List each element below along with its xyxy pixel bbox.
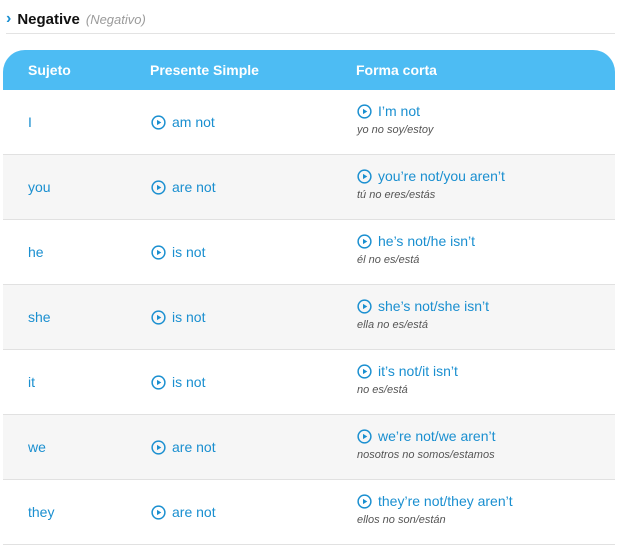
present-simple-text[interactable]: are not bbox=[172, 504, 216, 520]
translation-text: nosotros no somos/estamos bbox=[357, 449, 495, 461]
short-form-link[interactable]: he’s not/he isn’t bbox=[357, 231, 475, 251]
translation-text: ellos no son/están bbox=[357, 514, 446, 526]
play-circle-icon[interactable] bbox=[151, 179, 166, 195]
subject-cell: he bbox=[28, 244, 44, 260]
table-row: he is not he’s not/he isn’t él no es/está bbox=[3, 220, 615, 285]
chevron-right-icon[interactable]: › bbox=[6, 11, 11, 27]
column-header-short: Forma corta bbox=[356, 62, 437, 78]
present-simple-text[interactable]: is not bbox=[172, 244, 205, 260]
translation-text: yo no soy/estoy bbox=[357, 124, 434, 136]
column-header-subject: Sujeto bbox=[28, 62, 71, 78]
short-form-link[interactable]: you’re not/you aren’t bbox=[357, 166, 505, 186]
play-circle-icon[interactable] bbox=[151, 244, 166, 260]
table-body: Iam not I’m not yo no soy/estoy you are not y… bbox=[3, 90, 615, 545]
subject-cell: you bbox=[28, 179, 51, 195]
short-form-text[interactable]: he’s not/he isn’t bbox=[378, 233, 475, 249]
present-simple-text[interactable]: am not bbox=[172, 114, 215, 130]
section-subtitle: (Negativo) bbox=[85, 11, 146, 27]
table-row: Iam not I’m not yo no soy/estoy bbox=[3, 90, 615, 155]
short-form-cell: he’s not/he isn’t él no es/está bbox=[357, 231, 475, 266]
short-form-link[interactable]: she’s not/she isn’t bbox=[357, 296, 489, 316]
play-circle-icon[interactable] bbox=[151, 309, 166, 325]
present-simple-text[interactable]: are not bbox=[172, 439, 216, 455]
short-form-text[interactable]: I’m not bbox=[378, 103, 420, 119]
present-simple-link[interactable]: are not bbox=[151, 415, 216, 479]
present-simple-link[interactable]: are not bbox=[151, 155, 216, 219]
play-circle-icon[interactable] bbox=[151, 374, 166, 390]
column-header-present: Presente Simple bbox=[150, 62, 259, 78]
page: › Negative (Negativo) Sujeto Presente Si… bbox=[0, 0, 625, 551]
subject-cell: we bbox=[28, 439, 46, 455]
translation-text: no es/está bbox=[357, 384, 408, 396]
table-row: they are not they’re not/they aren’t ellos … bbox=[3, 480, 615, 545]
play-circle-icon[interactable] bbox=[357, 428, 372, 444]
short-form-link[interactable]: it’s not/it isn’t bbox=[357, 361, 458, 381]
table-row: she is not she’s not/she isn’t ella no es/e… bbox=[3, 285, 615, 350]
translation-text: ella no es/está bbox=[357, 319, 428, 331]
play-circle-icon[interactable] bbox=[357, 298, 372, 314]
short-form-cell: you’re not/you aren’t tú no eres/estás bbox=[357, 166, 505, 201]
short-form-text[interactable]: it’s not/it isn’t bbox=[378, 363, 458, 379]
subject-cell: she bbox=[28, 309, 51, 325]
play-circle-icon[interactable] bbox=[357, 168, 372, 184]
play-circle-icon[interactable] bbox=[151, 114, 166, 130]
short-form-cell: we’re not/we aren’t nosotros no somos/est… bbox=[357, 426, 496, 461]
short-form-link[interactable]: I’m not bbox=[357, 101, 433, 121]
play-circle-icon[interactable] bbox=[357, 493, 372, 509]
subject-cell: it bbox=[28, 374, 35, 390]
subject-cell: I bbox=[28, 114, 32, 130]
section-title: Negative bbox=[17, 10, 80, 28]
translation-text: tú no eres/estás bbox=[357, 189, 436, 201]
present-simple-text[interactable]: are not bbox=[172, 179, 216, 195]
present-simple-link[interactable]: is not bbox=[151, 285, 205, 349]
play-circle-icon[interactable] bbox=[357, 103, 372, 119]
table-row: we are not we’re not/we aren’t nosotros no … bbox=[3, 415, 615, 480]
section-header[interactable]: › Negative (Negativo) bbox=[6, 5, 615, 34]
present-simple-link[interactable]: is not bbox=[151, 350, 205, 414]
table-row: you are not you’re not/you aren’t tú no ere… bbox=[3, 155, 615, 220]
present-simple-text[interactable]: is not bbox=[172, 374, 205, 390]
subject-cell: they bbox=[28, 504, 55, 520]
short-form-link[interactable]: we’re not/we aren’t bbox=[357, 426, 496, 446]
present-simple-text[interactable]: is not bbox=[172, 309, 205, 325]
short-form-text[interactable]: we’re not/we aren’t bbox=[378, 428, 496, 444]
short-form-cell: it’s not/it isn’t no es/está bbox=[357, 361, 458, 396]
play-circle-icon[interactable] bbox=[151, 439, 166, 455]
short-form-cell: I’m not yo no soy/estoy bbox=[357, 101, 433, 136]
present-simple-link[interactable]: are not bbox=[151, 480, 216, 544]
short-form-cell: they’re not/they aren’t ellos no son/está… bbox=[357, 491, 513, 526]
present-simple-link[interactable]: am not bbox=[151, 90, 215, 154]
play-circle-icon[interactable] bbox=[151, 504, 166, 520]
table-header: Sujeto Presente Simple Forma corta bbox=[3, 50, 615, 90]
short-form-text[interactable]: she’s not/she isn’t bbox=[378, 298, 489, 314]
short-form-text[interactable]: you’re not/you aren’t bbox=[378, 168, 505, 184]
present-simple-link[interactable]: is not bbox=[151, 220, 205, 284]
short-form-link[interactable]: they’re not/they aren’t bbox=[357, 491, 513, 511]
translation-text: él no es/está bbox=[357, 254, 420, 266]
play-circle-icon[interactable] bbox=[357, 363, 372, 379]
conjugation-table: Sujeto Presente Simple Forma corta Iam n… bbox=[3, 50, 615, 545]
play-circle-icon[interactable] bbox=[357, 233, 372, 249]
short-form-cell: she’s not/she isn’t ella no es/está bbox=[357, 296, 489, 331]
short-form-text[interactable]: they’re not/they aren’t bbox=[378, 493, 513, 509]
table-row: it is not it’s not/it isn’t no es/está bbox=[3, 350, 615, 415]
